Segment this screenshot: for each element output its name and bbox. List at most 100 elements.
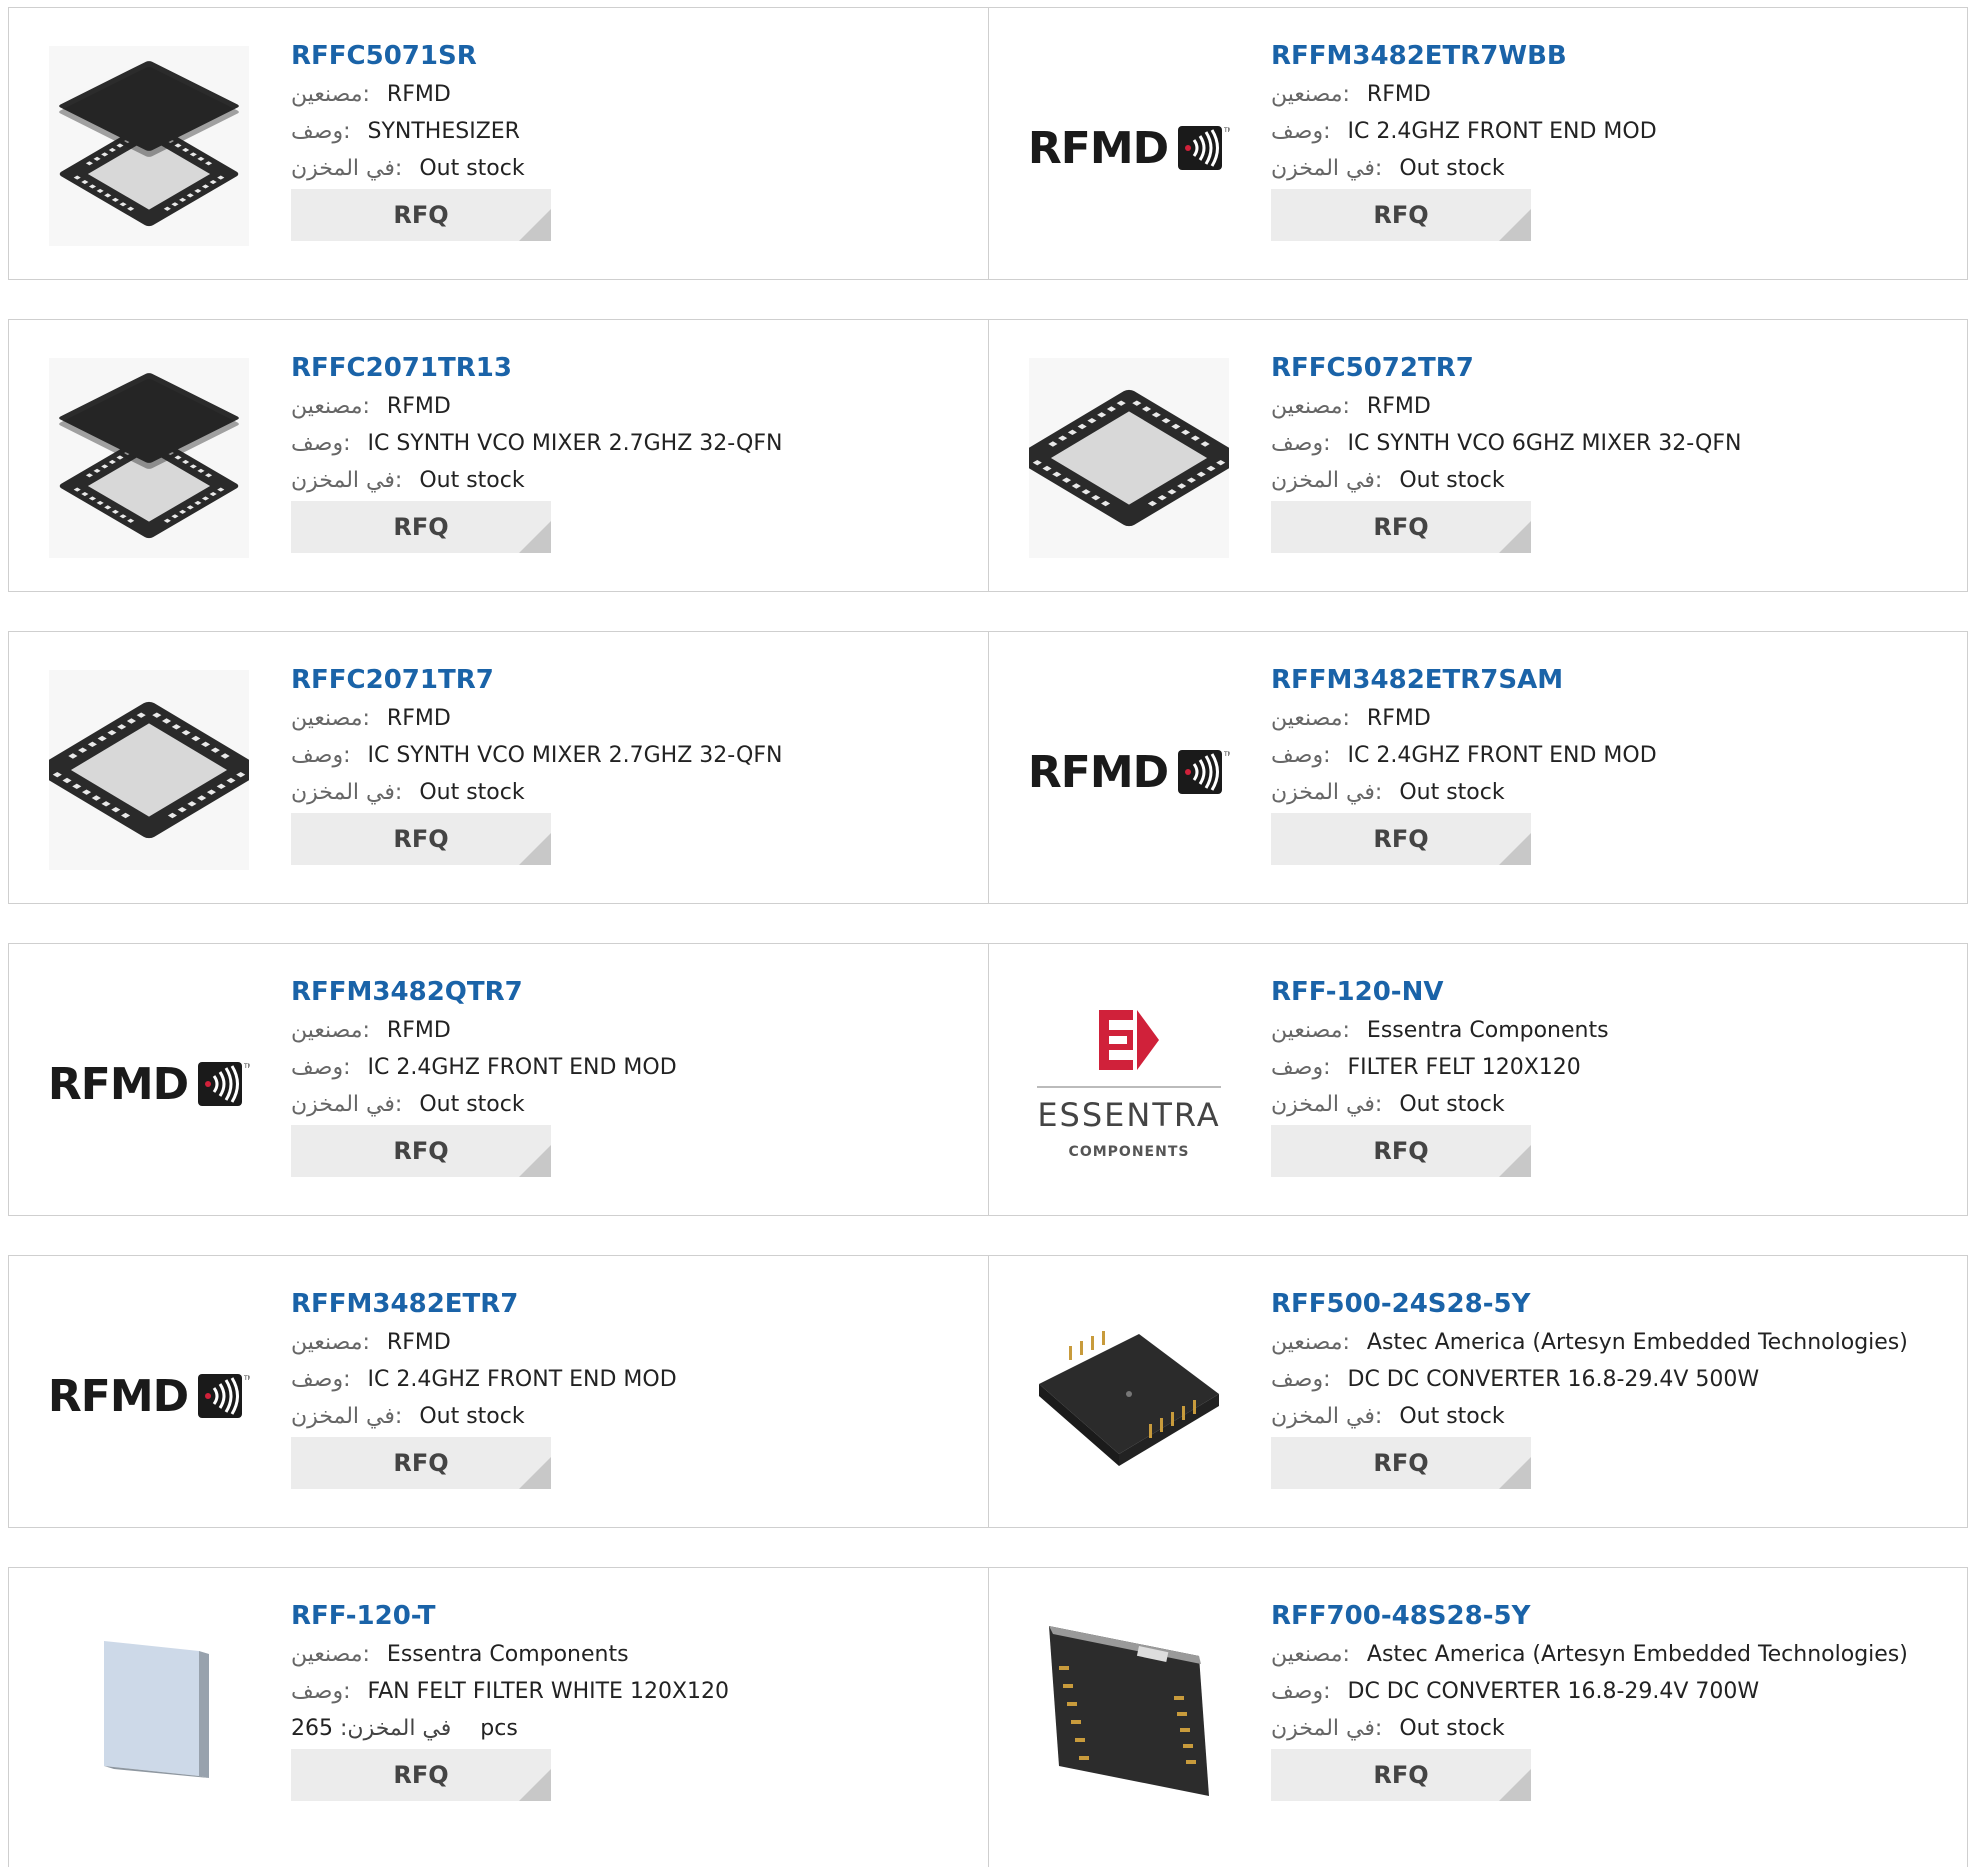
rfmd-logo: RFMD TM — [48, 1371, 250, 1422]
description-row: وصف: SYNTHESIZER — [291, 113, 978, 150]
product-thumbnail[interactable] — [49, 358, 249, 562]
product-image[interactable] — [1029, 1294, 1229, 1498]
product-thumbnail[interactable] — [49, 1608, 249, 1808]
corner-triangle-icon — [519, 833, 551, 865]
manufacturer-row: مصنعين: RFMD — [291, 388, 978, 425]
logo-text: RFMD — [47, 1370, 189, 1422]
logo-text: ESSENTRA — [1037, 1086, 1221, 1134]
rfq-button[interactable]: RFQ — [1271, 1437, 1531, 1489]
rfq-button-label: RFQ — [1373, 825, 1429, 853]
stock-value: Out stock — [1399, 1716, 1505, 1741]
corner-triangle-icon — [1499, 1769, 1531, 1801]
manufacturer-value: RFMD — [386, 394, 451, 419]
stock-row: في المخزن: Out stock — [291, 1086, 978, 1123]
product-info: RFF-120-T مصنعين: Essentra Components وص… — [291, 1596, 978, 1801]
product-row: RFMD TM RFFM3482ETR7 مصنعين: RFMD وصف: I… — [8, 1255, 1968, 1528]
part-number-link[interactable]: RFFM3482ETR7SAM — [1271, 660, 1957, 700]
manufacturer-row: مصنعين: RFMD — [291, 1324, 978, 1361]
product-thumbnail[interactable] — [34, 670, 264, 874]
product-thumbnail[interactable] — [1029, 1608, 1229, 1808]
product-image[interactable] — [49, 1606, 249, 1810]
product-thumbnail[interactable]: RFMD TM — [1027, 672, 1230, 872]
rfq-button[interactable]: RFQ — [291, 501, 551, 553]
stock-row: في المخزن: Out stock — [1271, 1710, 1957, 1747]
description-value: IC 2.4GHZ FRONT END MOD — [367, 1055, 677, 1080]
stock-row: في المخزن: Out stock — [1271, 1398, 1957, 1435]
product-thumbnail[interactable]: ESSENTRA COMPONENTS — [1029, 984, 1229, 1184]
part-number-link[interactable]: RFFC5071SR — [291, 36, 978, 76]
part-number-link[interactable]: RFFC2071TR13 — [291, 348, 978, 388]
description-value: IC 2.4GHZ FRONT END MOD — [1347, 743, 1657, 768]
part-number-link[interactable]: RFF-120-T — [291, 1596, 978, 1636]
stock-value: Out stock — [419, 780, 525, 805]
manufacturer-row: مصنعين: RFMD — [291, 1012, 978, 1049]
product-info: RFFC2071TR13 مصنعين: RFMD وصف: IC SYNTH … — [291, 348, 978, 553]
product-card: RFFC2071TR13 مصنعين: RFMD وصف: IC SYNTH … — [9, 320, 988, 591]
part-number-link[interactable]: RFFM3482ETR7WBB — [1271, 36, 1957, 76]
product-info: RFF700-48S28-5Y مصنعين: Astec America (A… — [1271, 1596, 1957, 1801]
rfq-button[interactable]: RFQ — [1271, 1125, 1531, 1177]
product-thumbnail[interactable]: RFMD TM — [48, 1296, 250, 1496]
part-number-link[interactable]: RFFM3482QTR7 — [291, 972, 978, 1012]
stock-value: Out stock — [419, 468, 525, 493]
stock-label: في المخزن: — [1271, 780, 1383, 805]
essentra-mark-icon — [1099, 1010, 1159, 1070]
product-row: RFMD TM RFFM3482QTR7 مصنعين: RFMD وصف: I… — [8, 943, 1968, 1216]
signal-icon: TM — [198, 1374, 250, 1418]
product-info: RFFC5071SR مصنعين: RFMD وصف: SYNTHESIZER… — [291, 36, 978, 241]
stock-label: في المخزن: — [291, 156, 403, 181]
description-row: وصف: IC 2.4GHZ FRONT END MOD — [1271, 113, 1957, 150]
rfq-button[interactable]: RFQ — [291, 1749, 551, 1801]
rfq-button[interactable]: RFQ — [291, 1125, 551, 1177]
stock-row: في المخزن: Out stock — [1271, 150, 1957, 187]
rfq-button[interactable]: RFQ — [291, 1437, 551, 1489]
rfq-button[interactable]: RFQ — [1271, 1749, 1531, 1801]
stock-value: Out stock — [1399, 468, 1505, 493]
manufacturer-label: مصنعين: — [291, 706, 370, 731]
rfq-button[interactable]: RFQ — [291, 813, 551, 865]
product-card: RFF500-24S28-5Y مصنعين: Astec America (A… — [988, 1256, 1967, 1527]
rfq-button[interactable]: RFQ — [291, 189, 551, 241]
rfq-button[interactable]: RFQ — [1271, 501, 1531, 553]
product-info: RFFM3482ETR7 مصنعين: RFMD وصف: IC 2.4GHZ… — [291, 1284, 978, 1489]
logo-text: RFMD — [1027, 746, 1169, 798]
stock-row: في المخزن: Out stock — [291, 462, 978, 499]
product-thumbnail[interactable] — [1014, 358, 1244, 562]
product-image[interactable] — [1029, 1606, 1229, 1810]
description-label: وصف: — [1271, 743, 1331, 768]
product-thumbnail[interactable] — [49, 46, 249, 250]
description-value: IC SYNTH VCO MIXER 2.7GHZ 32-QFN — [367, 431, 783, 456]
part-number-link[interactable]: RFF-120-NV — [1271, 972, 1957, 1012]
description-label: وصف: — [291, 431, 351, 456]
part-number-link[interactable]: RFFM3482ETR7 — [291, 1284, 978, 1324]
stock-row: في المخزن: Out stock — [1271, 462, 1957, 499]
stock-label: في المخزن: — [340, 1716, 452, 1741]
product-row: RFFC2071TR13 مصنعين: RFMD وصف: IC SYNTH … — [8, 319, 1968, 592]
product-image[interactable] — [49, 358, 249, 562]
corner-triangle-icon — [1499, 1145, 1531, 1177]
part-number-link[interactable]: RFF500-24S28-5Y — [1271, 1284, 1957, 1324]
stock-value: 265 — [291, 1716, 333, 1741]
manufacturer-value: RFMD — [386, 706, 451, 731]
part-number-link[interactable]: RFFC2071TR7 — [291, 660, 978, 700]
product-thumbnail[interactable]: RFMD TM — [48, 984, 250, 1184]
svg-text:TM: TM — [1223, 751, 1230, 758]
product-image[interactable] — [49, 46, 249, 250]
rfq-button[interactable]: RFQ — [1271, 189, 1531, 241]
corner-triangle-icon — [519, 209, 551, 241]
description-value: IC SYNTH VCO 6GHZ MIXER 32-QFN — [1347, 431, 1742, 456]
product-thumbnail[interactable]: RFMD TM — [1028, 48, 1230, 248]
manufacturer-row: مصنعين: RFMD — [291, 700, 978, 737]
part-number-link[interactable]: RFF700-48S28-5Y — [1271, 1596, 1957, 1636]
description-value: FAN FELT FILTER WHITE 120X120 — [367, 1679, 730, 1704]
product-image[interactable] — [34, 670, 264, 874]
product-thumbnail[interactable] — [1029, 1296, 1229, 1496]
manufacturer-value: RFMD — [386, 82, 451, 107]
manufacturer-value: Essentra Components — [1366, 1018, 1609, 1043]
stock-row: في المخزن: Out stock — [1271, 1086, 1957, 1123]
rfq-button[interactable]: RFQ — [1271, 813, 1531, 865]
product-image[interactable] — [1014, 358, 1244, 562]
stock-label: في المخزن: — [291, 468, 403, 493]
description-row: وصف: IC SYNTH VCO 6GHZ MIXER 32-QFN — [1271, 425, 1957, 462]
part-number-link[interactable]: RFFC5072TR7 — [1271, 348, 1957, 388]
